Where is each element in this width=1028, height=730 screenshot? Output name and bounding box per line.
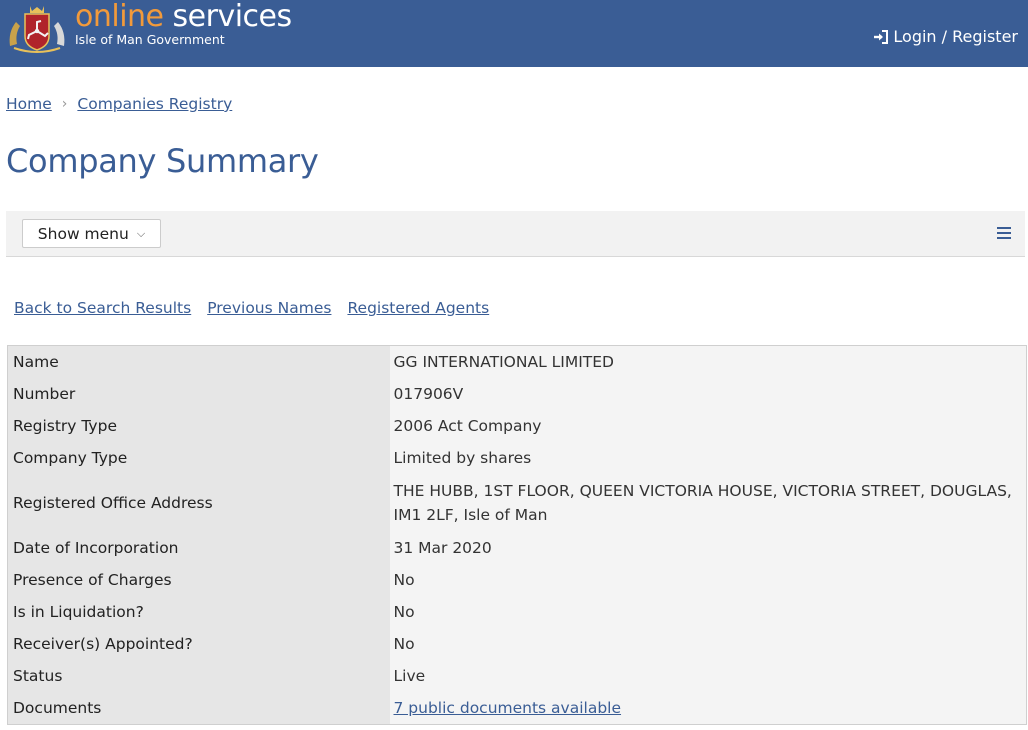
show-menu-label: Show menu	[37, 224, 129, 243]
table-row: Status Live	[7, 660, 1027, 692]
row-value-documents: 7 public documents available	[389, 692, 1027, 725]
page-title: Company Summary	[6, 142, 319, 180]
breadcrumb: Home › Companies Registry	[6, 95, 232, 113]
table-row: Documents 7 public documents available	[7, 692, 1027, 725]
row-value-receivers-appointed: No	[389, 628, 1027, 660]
company-details-table: Name GG INTERNATIONAL LIMITED Number 017…	[7, 345, 1027, 725]
registered-agents-link[interactable]: Registered Agents	[347, 299, 489, 317]
brand-subtitle: Isle of Man Government	[75, 32, 225, 47]
table-row: Date of Incorporation 31 Mar 2020	[7, 532, 1027, 564]
hamburger-menu-icon[interactable]	[997, 227, 1011, 240]
row-value-registered-office-address: THE HUBB, 1ST FLOOR, QUEEN VICTORIA HOUS…	[389, 474, 1027, 532]
brand-services-text: services	[163, 0, 293, 34]
table-row: Company Type Limited by shares	[7, 442, 1027, 474]
row-label-presence-of-charges: Presence of Charges	[7, 564, 390, 596]
row-label-receivers-appointed: Receiver(s) Appointed?	[7, 628, 390, 660]
chevron-down-icon: ⌵	[136, 226, 146, 240]
table-row: Is in Liquidation? No	[7, 596, 1027, 628]
site-header: online services Isle of Man Government L…	[0, 0, 1028, 67]
table-row: Name GG INTERNATIONAL LIMITED	[7, 345, 1027, 378]
row-value-company-type: Limited by shares	[389, 442, 1027, 474]
row-value-date-of-incorporation: 31 Mar 2020	[389, 532, 1027, 564]
login-register-link[interactable]: Login / Register	[873, 27, 1018, 46]
brand-online-text: online	[75, 0, 164, 34]
chevron-right-icon: ›	[61, 96, 68, 112]
company-sublinks: Back to Search Results Previous Names Re…	[14, 299, 489, 317]
row-label-is-in-liquidation: Is in Liquidation?	[7, 596, 390, 628]
table-row: Receiver(s) Appointed? No	[7, 628, 1027, 660]
breadcrumb-home[interactable]: Home	[6, 95, 52, 113]
login-register-label: Login / Register	[893, 27, 1018, 46]
row-value-presence-of-charges: No	[389, 564, 1027, 596]
row-label-company-type: Company Type	[7, 442, 390, 474]
row-value-is-in-liquidation: No	[389, 596, 1027, 628]
row-value-registry-type: 2006 Act Company	[389, 410, 1027, 442]
row-label-documents: Documents	[7, 692, 390, 725]
row-label-registered-office-address: Registered Office Address	[7, 474, 390, 532]
row-label-number: Number	[7, 378, 390, 410]
table-row: Number 017906V	[7, 378, 1027, 410]
row-value-status: Live	[389, 660, 1027, 692]
site-brand[interactable]: online services Isle of Man Government	[75, 2, 292, 47]
menu-bar: Show menu ⌵	[6, 211, 1025, 257]
back-to-search-results-link[interactable]: Back to Search Results	[14, 299, 191, 317]
row-label-name: Name	[7, 345, 390, 378]
table-row: Presence of Charges No	[7, 564, 1027, 596]
sign-in-icon	[874, 29, 889, 44]
isle-of-man-crest-logo[interactable]	[6, 2, 68, 54]
previous-names-link[interactable]: Previous Names	[207, 299, 331, 317]
row-value-name: GG INTERNATIONAL LIMITED	[389, 345, 1027, 378]
breadcrumb-companies-registry[interactable]: Companies Registry	[77, 95, 232, 113]
show-menu-button[interactable]: Show menu ⌵	[22, 219, 161, 248]
row-label-registry-type: Registry Type	[7, 410, 390, 442]
table-row: Registered Office Address THE HUBB, 1ST …	[7, 474, 1027, 532]
public-documents-link[interactable]: 7 public documents available	[394, 699, 622, 717]
row-value-number: 017906V	[389, 378, 1027, 410]
row-label-status: Status	[7, 660, 390, 692]
row-label-date-of-incorporation: Date of Incorporation	[7, 532, 390, 564]
table-row: Registry Type 2006 Act Company	[7, 410, 1027, 442]
